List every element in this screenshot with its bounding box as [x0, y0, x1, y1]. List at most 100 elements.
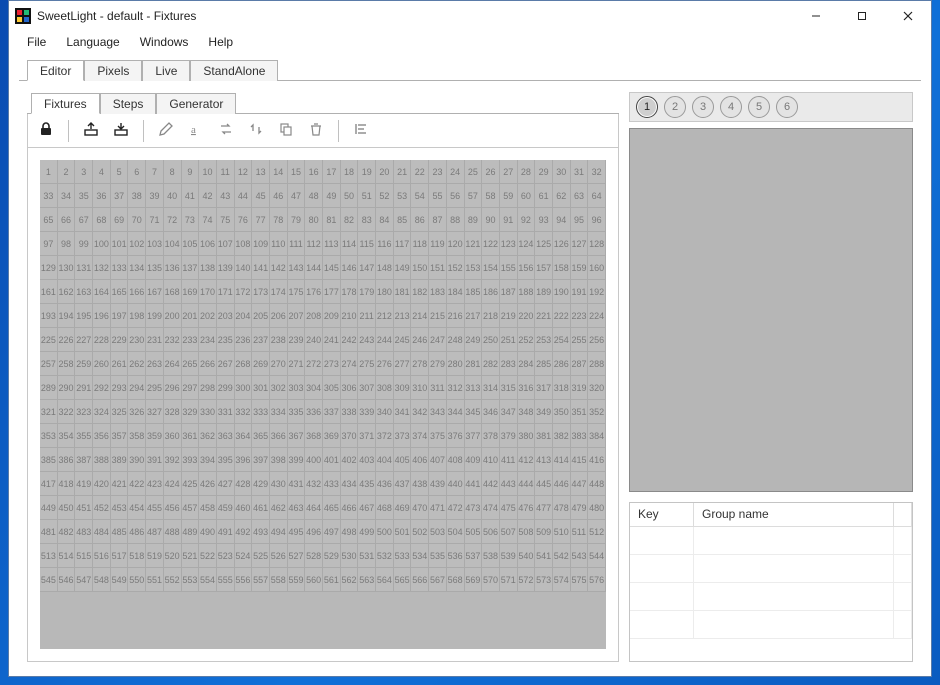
fixture-cell[interactable]: 463 [288, 496, 306, 520]
fixture-cell[interactable]: 216 [447, 304, 465, 328]
fixture-cell[interactable]: 262 [128, 352, 146, 376]
fixture-grid[interactable]: 1234567891011121314151617181920212223242… [40, 160, 606, 649]
fixture-cell[interactable]: 292 [93, 376, 111, 400]
fixture-cell[interactable]: 379 [500, 424, 518, 448]
fixture-cell[interactable]: 155 [500, 256, 518, 280]
table-row[interactable] [630, 555, 912, 583]
maximize-button[interactable] [839, 1, 885, 31]
fixture-cell[interactable]: 470 [411, 496, 429, 520]
fixture-cell[interactable]: 26 [482, 160, 500, 184]
fixture-cell[interactable]: 229 [111, 328, 129, 352]
fixture-cell[interactable]: 410 [482, 448, 500, 472]
fixture-cell[interactable]: 163 [75, 280, 93, 304]
fixture-cell[interactable]: 412 [518, 448, 536, 472]
fixture-cell[interactable]: 222 [553, 304, 571, 328]
fixture-cell[interactable]: 30 [553, 160, 571, 184]
fixture-cell[interactable]: 246 [411, 328, 429, 352]
fixture-cell[interactable]: 342 [411, 400, 429, 424]
fixture-cell[interactable]: 415 [571, 448, 589, 472]
column-header-key[interactable]: Key [630, 503, 694, 527]
fixture-cell[interactable]: 438 [411, 472, 429, 496]
fixture-cell[interactable]: 480 [588, 496, 606, 520]
fixture-cell[interactable]: 141 [252, 256, 270, 280]
fixture-cell[interactable]: 276 [376, 352, 394, 376]
fixture-cell[interactable]: 157 [535, 256, 553, 280]
fixture-cell[interactable]: 373 [394, 424, 412, 448]
fixture-cell[interactable]: 329 [182, 400, 200, 424]
fixture-cell[interactable]: 20 [376, 160, 394, 184]
fixture-cell[interactable]: 84 [376, 208, 394, 232]
fixture-cell[interactable]: 508 [518, 520, 536, 544]
lock-button[interactable] [34, 119, 58, 143]
fixture-cell[interactable]: 93 [535, 208, 553, 232]
fixture-cell[interactable]: 449 [40, 496, 58, 520]
fixture-cell[interactable]: 149 [394, 256, 412, 280]
fixture-cell[interactable]: 190 [553, 280, 571, 304]
fixture-cell[interactable]: 507 [500, 520, 518, 544]
fixture-cell[interactable]: 65 [40, 208, 58, 232]
fixture-cell[interactable]: 349 [535, 400, 553, 424]
fixture-cell[interactable]: 16 [305, 160, 323, 184]
fixture-cell[interactable]: 306 [341, 376, 359, 400]
fixture-cell[interactable]: 324 [93, 400, 111, 424]
fixture-cell[interactable]: 77 [252, 208, 270, 232]
fixture-cell[interactable]: 207 [288, 304, 306, 328]
fixture-cell[interactable]: 454 [128, 496, 146, 520]
fixture-cell[interactable]: 444 [518, 472, 536, 496]
fixture-cell[interactable]: 345 [465, 400, 483, 424]
swap-button[interactable] [214, 119, 238, 143]
fixture-cell[interactable]: 467 [358, 496, 376, 520]
fixture-cell[interactable]: 179 [358, 280, 376, 304]
fixture-cell[interactable]: 123 [500, 232, 518, 256]
fixture-cell[interactable]: 193 [40, 304, 58, 328]
fixture-cell[interactable]: 11 [217, 160, 235, 184]
fixture-cell[interactable]: 511 [571, 520, 589, 544]
fixture-cell[interactable]: 188 [518, 280, 536, 304]
fixture-cell[interactable]: 537 [465, 544, 483, 568]
fixture-cell[interactable]: 298 [199, 376, 217, 400]
fixture-cell[interactable]: 380 [518, 424, 536, 448]
fixture-cell[interactable]: 58 [482, 184, 500, 208]
fixture-cell[interactable]: 515 [75, 544, 93, 568]
fixture-cell[interactable]: 371 [358, 424, 376, 448]
fixture-cell[interactable]: 446 [553, 472, 571, 496]
table-row[interactable] [630, 527, 912, 555]
fixture-cell[interactable]: 25 [465, 160, 483, 184]
fixture-cell[interactable]: 421 [111, 472, 129, 496]
fixture-cell[interactable]: 499 [358, 520, 376, 544]
fixture-cell[interactable]: 436 [376, 472, 394, 496]
fixture-cell[interactable]: 555 [217, 568, 235, 592]
fixture-cell[interactable]: 224 [588, 304, 606, 328]
fixture-cell[interactable]: 428 [235, 472, 253, 496]
fixture-cell[interactable]: 159 [571, 256, 589, 280]
fixture-cell[interactable]: 300 [235, 376, 253, 400]
fixture-cell[interactable]: 458 [199, 496, 217, 520]
fixture-cell[interactable]: 85 [394, 208, 412, 232]
fixture-cell[interactable]: 548 [93, 568, 111, 592]
fixture-cell[interactable]: 483 [75, 520, 93, 544]
fixture-cell[interactable]: 245 [394, 328, 412, 352]
fixture-cell[interactable]: 294 [128, 376, 146, 400]
fixture-cell[interactable]: 517 [111, 544, 129, 568]
fixture-cell[interactable]: 212 [376, 304, 394, 328]
fixture-cell[interactable]: 407 [429, 448, 447, 472]
fixture-cell[interactable]: 267 [217, 352, 235, 376]
fixture-cell[interactable]: 566 [411, 568, 429, 592]
fixture-cell[interactable]: 265 [182, 352, 200, 376]
fixture-cell[interactable]: 221 [535, 304, 553, 328]
fixture-cell[interactable]: 315 [500, 376, 518, 400]
fixture-cell[interactable]: 424 [164, 472, 182, 496]
fixture-cell[interactable]: 369 [323, 424, 341, 448]
fixture-cell[interactable]: 338 [341, 400, 359, 424]
fixture-cell[interactable]: 258 [58, 352, 76, 376]
fixture-cell[interactable]: 509 [535, 520, 553, 544]
fixture-cell[interactable]: 299 [217, 376, 235, 400]
fixture-cell[interactable]: 355 [75, 424, 93, 448]
fixture-cell[interactable]: 79 [288, 208, 306, 232]
fixture-cell[interactable]: 395 [217, 448, 235, 472]
fixture-cell[interactable]: 95 [571, 208, 589, 232]
fixture-cell[interactable]: 219 [500, 304, 518, 328]
fixture-cell[interactable]: 174 [270, 280, 288, 304]
fixture-cell[interactable]: 437 [394, 472, 412, 496]
fixture-cell[interactable]: 500 [376, 520, 394, 544]
